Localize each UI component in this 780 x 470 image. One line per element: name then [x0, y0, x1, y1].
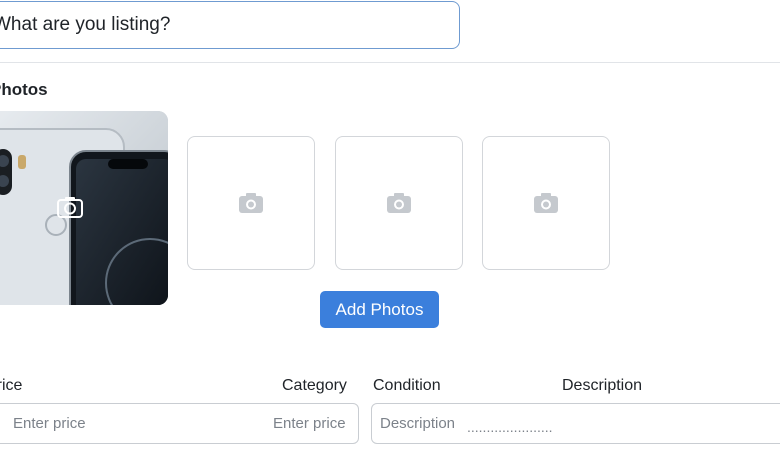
photo-slot-1[interactable] — [187, 136, 315, 270]
price-label: Price — [0, 377, 23, 394]
section-divider — [0, 62, 780, 63]
photo-slot-2[interactable] — [335, 136, 463, 270]
description-field[interactable]: ...................... — [371, 403, 780, 444]
camera-icon — [534, 193, 558, 213]
main-photo-thumbnail[interactable] — [0, 111, 168, 305]
photos-section-label: Photos — [0, 80, 48, 99]
photo-slot-3[interactable] — [482, 136, 610, 270]
price-input[interactable] — [13, 404, 213, 443]
description-label: Description — [562, 377, 643, 394]
price-category-field[interactable] — [0, 403, 359, 444]
category-label: Category — [282, 377, 347, 394]
add-photos-button[interactable]: Add Photos — [320, 291, 439, 328]
description-input[interactable] — [380, 404, 470, 443]
category-input[interactable] — [273, 404, 355, 443]
listing-title-field[interactable] — [0, 1, 460, 49]
phone-product-image — [0, 111, 168, 305]
listing-title-input[interactable] — [0, 14, 459, 36]
condition-label: Condition — [373, 377, 441, 394]
camera-icon — [387, 193, 411, 213]
description-dots: ...................... — [467, 419, 553, 435]
camera-icon — [239, 193, 263, 213]
